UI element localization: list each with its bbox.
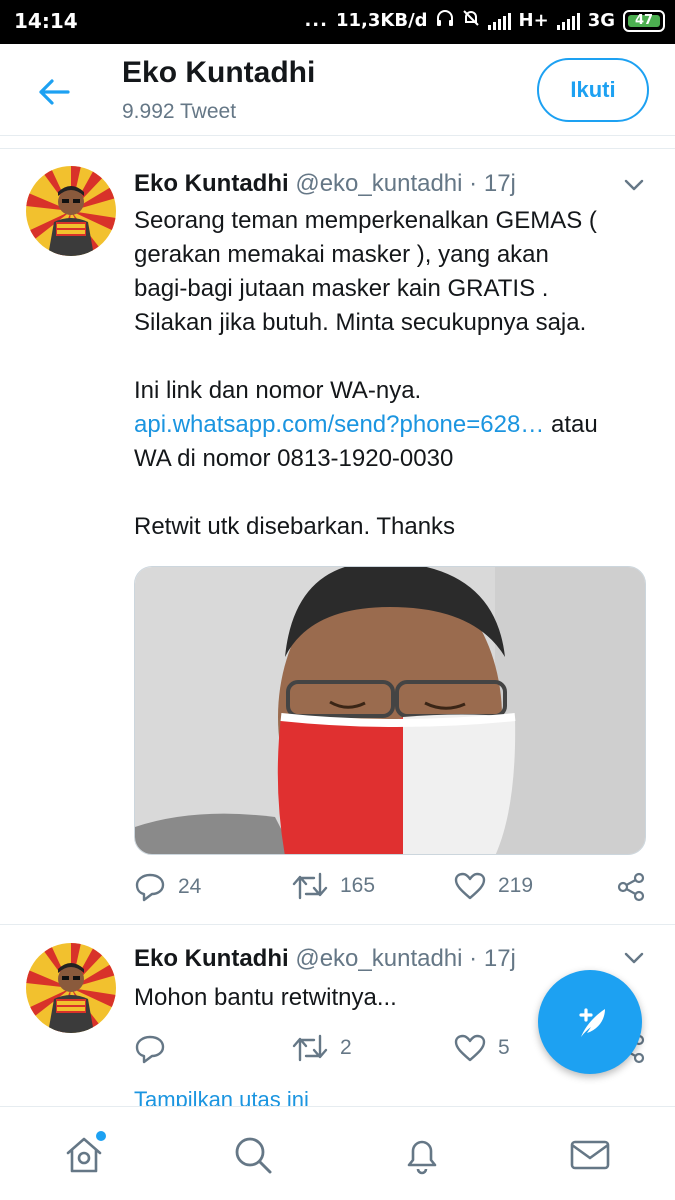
like-count: 219	[498, 874, 534, 897]
bottom-navigation	[0, 1106, 675, 1200]
new-content-dot	[96, 1131, 106, 1141]
retweet-icon	[292, 1034, 328, 1062]
tweet-card[interactable]: Eko Kuntadhi @eko_kuntadhi · 17j Seorang…	[0, 148, 675, 924]
tweet-photo[interactable]	[134, 566, 646, 855]
avatar[interactable]	[26, 166, 116, 256]
tweet-line: Seorang teman memperkenalkan GEMAS (	[134, 207, 597, 234]
author-handle[interactable]: @eko_kuntadhi	[295, 945, 462, 972]
back-button[interactable]	[34, 72, 74, 112]
author-name[interactable]: Eko Kuntadhi	[134, 945, 289, 972]
reply-icon	[135, 1035, 165, 1064]
heart-icon	[454, 872, 486, 900]
link-suffix: atau	[544, 411, 598, 438]
network-type-2: 3G	[587, 10, 615, 31]
author-handle[interactable]: @eko_kuntadhi	[295, 170, 462, 197]
retweet-count: 2	[340, 1036, 352, 1059]
status-time: 14:14	[14, 9, 78, 33]
tweet-text: Seorang teman memperkenalkan GEMAS ( ger…	[134, 204, 644, 544]
whatsapp-link[interactable]: api.whatsapp.com/send?phone=628…	[134, 411, 544, 438]
tweet-menu-button[interactable]	[623, 174, 645, 196]
tweet-header: Eko Kuntadhi @eko_kuntadhi · 17j	[134, 170, 516, 198]
chevron-down-icon	[624, 952, 644, 964]
signal-icon	[487, 12, 511, 30]
status-dots: ...	[304, 10, 328, 31]
heart-icon	[454, 1034, 486, 1062]
like-button[interactable]: 219	[454, 872, 533, 900]
mute-bell-icon	[462, 9, 480, 32]
tweet-line: Ini link dan nomor WA-nya.	[134, 377, 422, 404]
search-icon	[235, 1137, 272, 1174]
retweet-icon	[292, 872, 328, 900]
reply-count: 24	[178, 875, 202, 898]
tweet-time: 17j	[483, 945, 516, 972]
retweet-count: 165	[340, 874, 376, 897]
chevron-down-icon	[624, 179, 644, 191]
retweet-button[interactable]: 2	[292, 1034, 352, 1062]
tweet-line: api.whatsapp.com/send?phone=628… atau	[134, 408, 644, 442]
battery-icon: 47	[623, 9, 665, 32]
mail-icon	[570, 1140, 610, 1170]
retweet-button[interactable]: 165	[292, 872, 375, 900]
tweet-line: gerakan memakai masker ), yang akan	[134, 241, 549, 268]
share-icon	[617, 872, 645, 902]
bell-icon	[407, 1140, 437, 1175]
status-bar: 14:14 ... 11,3KB/d H+ 3G 47	[0, 0, 675, 44]
nav-home[interactable]	[60, 1131, 108, 1179]
battery-level: 47	[634, 13, 654, 28]
tweet-line: WA di nomor 0813-1920-0030	[134, 445, 454, 472]
network-type-1: H+	[518, 10, 549, 31]
like-count: 5	[498, 1036, 510, 1059]
signal-icon-2	[556, 12, 580, 30]
reply-button[interactable]	[134, 1034, 178, 1064]
tweet-menu-button[interactable]	[623, 947, 645, 969]
status-indicators: ... 11,3KB/d H+ 3G 47	[304, 9, 665, 32]
tweet-time: 17j	[483, 170, 516, 197]
nav-notifications[interactable]	[398, 1131, 446, 1179]
profile-name: Eko Kuntadhi	[122, 56, 316, 89]
reply-icon	[135, 873, 165, 902]
tweet-line: Silakan jika butuh. Minta secukupnya saj…	[134, 309, 587, 336]
separator: ·	[469, 170, 478, 197]
compose-tweet-icon	[579, 1008, 605, 1037]
tweet-actions: 24 165 219	[134, 872, 646, 908]
compose-tweet-button[interactable]	[538, 970, 642, 1074]
like-button[interactable]: 5	[454, 1034, 510, 1062]
network-speed: 11,3KB/d	[335, 10, 428, 31]
tweet-line: Retwit utk disebarkan. Thanks	[134, 513, 456, 540]
avatar[interactable]	[26, 943, 116, 1033]
nav-search[interactable]	[229, 1131, 277, 1179]
reply-button[interactable]: 24	[134, 872, 201, 902]
tweet-header: Eko Kuntadhi @eko_kuntadhi · 17j	[134, 945, 516, 973]
show-thread-link[interactable]: Tampilkan utas ini	[134, 1087, 309, 1106]
nav-messages[interactable]	[566, 1131, 614, 1179]
follow-button[interactable]: Ikuti	[537, 58, 649, 122]
headphones-icon	[436, 9, 454, 32]
share-button[interactable]	[616, 872, 646, 902]
separator: ·	[469, 945, 478, 972]
arrow-left-icon	[39, 79, 70, 105]
author-name[interactable]: Eko Kuntadhi	[134, 170, 289, 197]
tweet-count: 9.992 Tweet	[122, 100, 237, 123]
profile-header: Eko Kuntadhi 9.992 Tweet Ikuti	[0, 44, 675, 136]
tweet-line: bagi-bagi jutaan masker kain GRATIS .	[134, 275, 549, 302]
